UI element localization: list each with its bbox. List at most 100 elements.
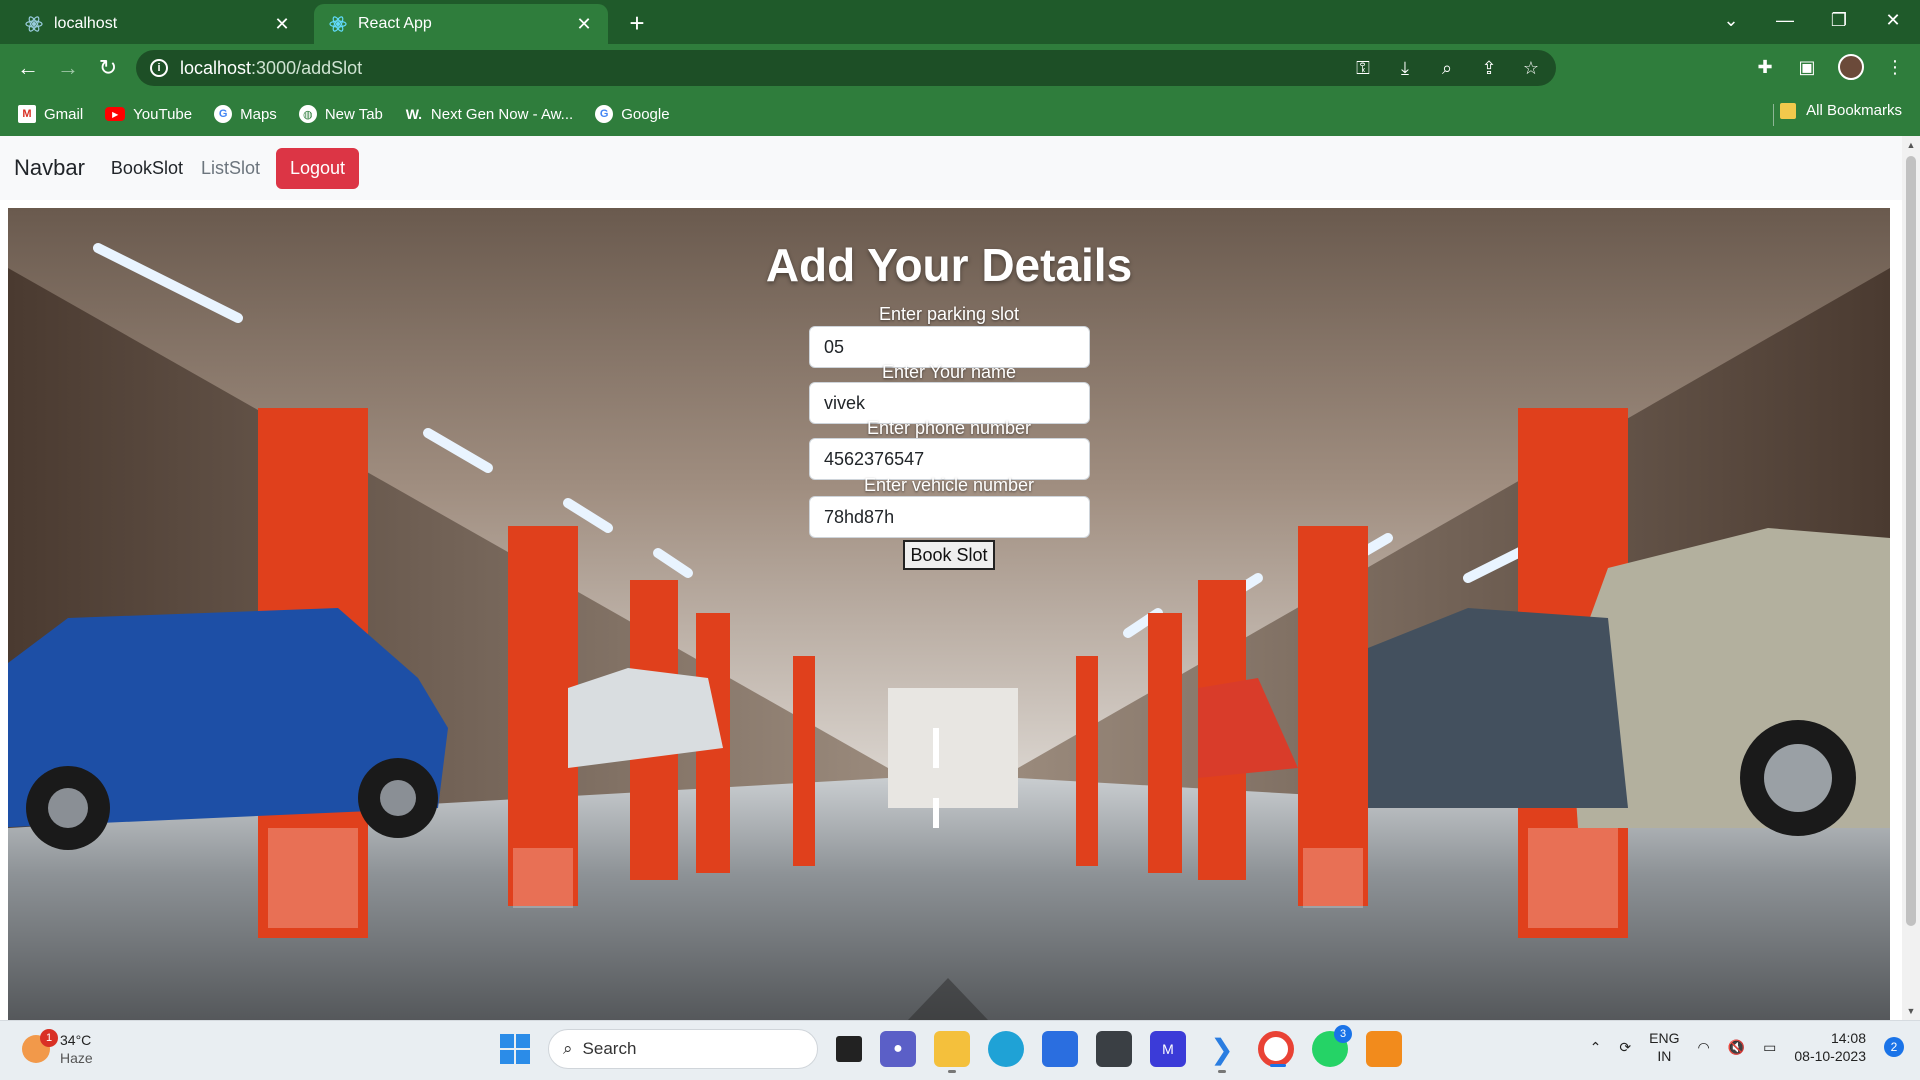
scrollbar-thumb[interactable] [1906,156,1916,926]
menu-dots-icon[interactable]: ⋮ [1884,57,1906,78]
whatsapp-badge: 3 [1334,1025,1352,1043]
task-view-icon[interactable] [836,1036,862,1062]
system-tray: ⌃ ⟳ ENG IN ◠ 🔇 ▭ 14:08 08-10-2023 2 [1590,1029,1904,1065]
tab-strip: localhost ✕ React App ✕ + ⌄ — ❐ ✕ [0,0,1920,44]
mathpix-icon[interactable]: M [1150,1031,1186,1067]
parking-slot-label: Enter parking slot [878,304,1020,324]
bookmark-label: Next Gen Now - Aw... [430,105,574,123]
zoom-icon[interactable]: ⌕ [1436,58,1458,79]
vscode-icon[interactable]: ❯ [1204,1031,1240,1073]
battery-icon[interactable]: ▭ [1763,1039,1776,1056]
edge-icon[interactable] [988,1031,1024,1067]
page-viewport: Navbar BookSlot ListSlot Logout Add Your… [0,136,1902,1020]
bookmark-label: Google [621,105,670,123]
file-explorer-icon[interactable] [934,1031,970,1073]
folder-icon [1780,102,1797,119]
bookmark-next-gen-now[interactable]: W. Next Gen Now - Aw... [405,105,573,123]
weather-widget[interactable]: 1 34°C Haze [22,1029,93,1067]
book-slot-button[interactable]: Book Slot [903,540,995,570]
react-favicon-icon [328,14,348,34]
scroll-up-icon[interactable]: ▲ [1902,140,1920,150]
bookmark-label: Maps [240,105,277,123]
tab-localhost[interactable]: localhost ✕ [10,4,306,44]
gmail-icon: M [18,105,36,123]
url-input[interactable]: i localhost:3000/addSlot ⚿ ⤓ ⌕ ⇪ ☆ [136,50,1556,86]
globe-icon: ◍ [298,105,317,123]
extensions-icon[interactable]: ✚ [1754,57,1776,78]
language-indicator[interactable]: ENG IN [1649,1029,1679,1065]
navbar-brand[interactable]: Navbar [14,155,85,181]
bookmark-label: YouTube [133,105,193,123]
bookmarks-bar: M Gmail ▶ YouTube G Maps ◍ New Tab W. Ne… [0,92,1920,136]
key-icon[interactable]: ⚿ [1352,58,1374,79]
nav-link-listslot[interactable]: ListSlot [201,158,260,179]
store-icon[interactable] [1042,1031,1078,1067]
taskbar-search[interactable]: ⌕ Search [548,1029,818,1069]
bookmark-maps[interactable]: G Maps [214,105,277,123]
sync-icon[interactable]: ⟳ [1619,1039,1631,1056]
close-window-icon[interactable]: ✕ [1866,10,1920,31]
share-icon[interactable]: ⇪ [1478,58,1500,79]
phone-label: Enter phone number [866,418,1032,438]
reload-icon[interactable]: ↻ [94,54,122,82]
address-bar: ← → ↻ i localhost:3000/addSlot ⚿ ⤓ ⌕ ⇪ ☆… [0,44,1920,92]
chrome-icon[interactable] [1258,1031,1294,1067]
vehicle-label: Enter vehicle number [863,475,1035,495]
info-icon[interactable]: i [150,59,168,77]
whatsapp-icon[interactable]: 3 [1312,1025,1352,1067]
google-icon: G [595,105,614,123]
lang-top: ENG [1649,1030,1680,1046]
phone-input[interactable] [809,438,1090,480]
weather-badge: 1 [40,1029,58,1047]
bookmark-youtube[interactable]: ▶ YouTube [105,106,192,123]
page-scrollbar[interactable]: ▲ ▼ [1902,136,1920,1020]
tab-title: React App [358,15,432,32]
sublime-icon[interactable] [1366,1031,1402,1067]
windows-taskbar: 1 34°C Haze ⌕ Search ● M ❯ 3 ⌃ ⟳ ENG IN [0,1020,1920,1080]
clock-time: 14:08 [1830,1030,1866,1046]
scroll-down-icon[interactable]: ▼ [1902,1006,1920,1016]
parking-garage-background: Add Your Details Enter parking slot Ente… [8,208,1890,1020]
logout-button[interactable]: Logout [276,147,360,189]
wifi-icon[interactable]: ◠ [1697,1039,1709,1056]
unity-icon[interactable] [1096,1031,1132,1067]
bookmark-separator [1773,104,1774,126]
mute-icon[interactable]: 🔇 [1728,1039,1745,1056]
star-icon[interactable]: ☆ [1520,58,1542,79]
close-tab-icon[interactable]: ✕ [272,14,292,35]
clock[interactable]: 14:08 08-10-2023 [1794,1029,1866,1065]
bookmark-label: Gmail [44,105,84,123]
react-favicon-icon [24,14,44,34]
profile-avatar[interactable] [1838,54,1864,80]
teams-icon[interactable]: ● [880,1031,916,1067]
weather-temp: 34°C [60,1032,92,1048]
close-tab-icon[interactable]: ✕ [574,14,594,35]
restore-icon[interactable]: ❐ [1812,10,1866,31]
clock-date: 08-10-2023 [1794,1048,1866,1064]
tab-react-app[interactable]: React App ✕ [314,4,608,44]
install-icon[interactable]: ⤓ [1394,58,1416,79]
weather-icon: 1 [22,1029,58,1063]
notification-badge[interactable]: 2 [1884,1037,1904,1057]
chevron-up-icon[interactable]: ⌃ [1590,1039,1602,1056]
all-bookmarks[interactable]: All Bookmarks [1780,102,1902,119]
nav-link-bookslot[interactable]: BookSlot [111,158,183,179]
bookmark-gmail[interactable]: M Gmail [18,105,83,123]
tab-title: localhost [54,15,118,32]
vehicle-input[interactable] [809,496,1090,538]
app-navbar: Navbar BookSlot ListSlot Logout [0,136,1902,200]
bookmark-new-tab[interactable]: ◍ New Tab [298,105,383,123]
google-icon: G [214,105,233,123]
forward-arrow-icon[interactable]: → [54,54,82,82]
chevron-down-icon[interactable]: ⌄ [1704,10,1758,31]
bookmark-google[interactable]: G Google [595,105,670,123]
search-icon: ⌕ [563,1039,573,1058]
url-host: localhost [180,57,252,78]
windows-start-icon[interactable] [500,1034,530,1064]
lang-bottom: IN [1657,1048,1672,1064]
minimize-icon[interactable]: — [1758,10,1812,31]
plus-icon[interactable]: + [622,8,652,38]
w-icon: W. [405,106,423,122]
side-panel-icon[interactable]: ▣ [1796,57,1818,78]
back-arrow-icon[interactable]: ← [14,54,42,82]
